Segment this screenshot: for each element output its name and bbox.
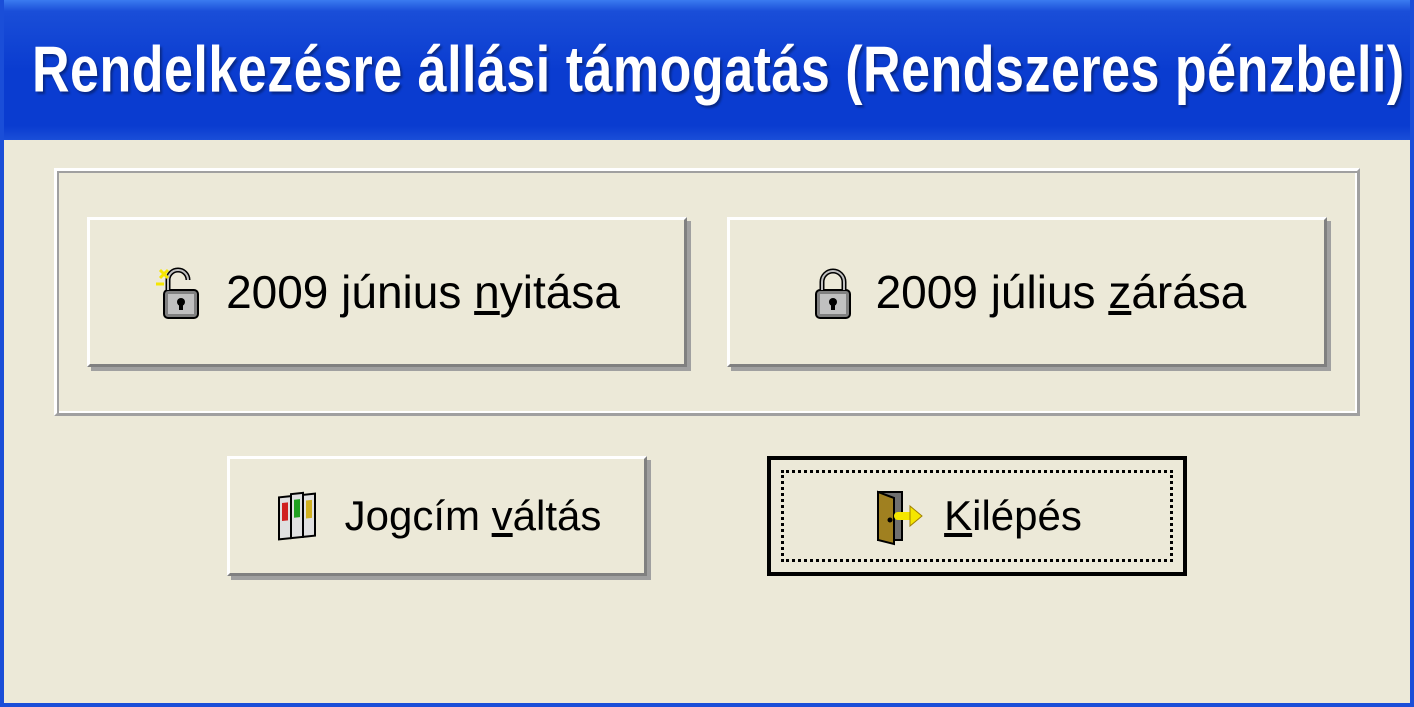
exit-icon xyxy=(872,486,928,546)
dialog-window: Rendelkezésre állási támogatás (Rendszer… xyxy=(0,0,1414,707)
open-month-label: 2009 június nyitása xyxy=(226,265,620,319)
client-area: 2009 június nyitása 2009 július zárása xyxy=(4,140,1410,596)
month-actions-group: 2009 június nyitása 2009 július zárása xyxy=(54,168,1360,416)
bottom-button-row: Jogcím váltás Kilépés xyxy=(54,456,1360,576)
lock-icon xyxy=(808,262,858,322)
window-title: Rendelkezésre állási támogatás (Rendszer… xyxy=(32,33,1405,108)
close-month-button[interactable]: 2009 július zárása xyxy=(727,217,1327,367)
titlebar: Rendelkezésre állási támogatás (Rendszer… xyxy=(4,0,1410,140)
close-month-label: 2009 július zárása xyxy=(876,265,1247,319)
exit-button[interactable]: Kilépés xyxy=(767,456,1187,576)
exit-label: Kilépés xyxy=(944,492,1082,540)
switch-title-button[interactable]: Jogcím váltás xyxy=(227,456,647,576)
books-icon xyxy=(273,486,329,546)
switch-title-label: Jogcím váltás xyxy=(345,492,602,540)
unlock-icon xyxy=(154,262,208,322)
open-month-button[interactable]: 2009 június nyitása xyxy=(87,217,687,367)
